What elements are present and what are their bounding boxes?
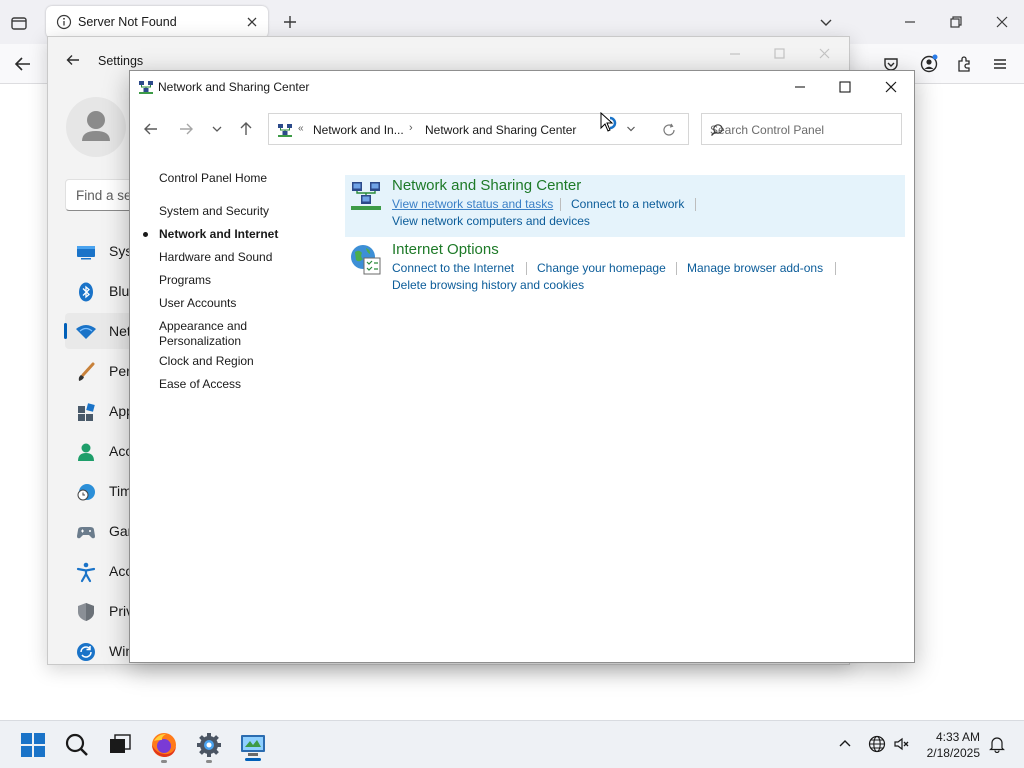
account-icon[interactable] — [918, 53, 940, 75]
network-center-icon — [349, 179, 383, 213]
control-panel-window: Network and Sharing Center « Network and… — [129, 70, 915, 663]
settings-gear-icon[interactable] — [195, 731, 223, 759]
window-title: Network and Sharing Center — [158, 80, 310, 94]
up-arrow-icon[interactable] — [236, 119, 256, 139]
sidebar-item-system-and-security[interactable]: System and Security — [159, 204, 269, 219]
new-tab-icon[interactable] — [280, 12, 300, 32]
shield-icon — [75, 601, 97, 623]
change-homepage-link[interactable]: Change your homepage — [537, 261, 666, 275]
control-panel-icon[interactable] — [239, 731, 267, 759]
system-icon — [75, 241, 97, 263]
wifi-icon — [75, 321, 97, 343]
taskbar: 4:33 AM 2/18/2025 — [0, 720, 1024, 768]
close-tab-icon[interactable] — [244, 14, 260, 30]
clock-globe-icon — [75, 481, 97, 503]
connect-to-internet-link[interactable]: Connect to the Internet — [392, 261, 514, 275]
chevron-up-icon[interactable] — [836, 735, 854, 753]
minimize-icon[interactable] — [898, 10, 922, 34]
title-bar[interactable]: Network and Sharing Center — [130, 71, 914, 103]
sidebar-item-hardware-and-sound[interactable]: Hardware and Sound — [159, 250, 272, 265]
navigation-bar: « Network and In... › Network and Sharin… — [130, 109, 914, 149]
start-windows-icon[interactable] — [19, 731, 47, 759]
notification-bell-icon[interactable] — [988, 735, 1006, 754]
extensions-icon[interactable] — [953, 53, 975, 75]
sidebar-item-clock-and-region[interactable]: Clock and Region — [159, 354, 254, 369]
internet-options-icon — [349, 243, 383, 277]
link-separator — [676, 262, 677, 275]
maximize-icon[interactable] — [829, 75, 861, 99]
running-indicator — [161, 760, 167, 763]
breadcrumb-current[interactable]: Network and Sharing Center — [425, 123, 576, 137]
link-separator — [526, 262, 527, 275]
close-window-icon[interactable] — [990, 10, 1014, 34]
search-icon[interactable] — [710, 123, 724, 137]
apps-icon — [75, 401, 97, 423]
category-network-and-sharing-center[interactable]: Network and Sharing Center View network … — [345, 175, 905, 237]
network-globe-icon[interactable] — [868, 735, 886, 753]
forward-arrow-icon[interactable] — [176, 119, 196, 139]
sidebar-item-user-accounts[interactable]: User Accounts — [159, 296, 236, 311]
connect-to-network-link[interactable]: Connect to a network — [571, 197, 684, 211]
avatar[interactable] — [66, 97, 126, 157]
browser-tab[interactable]: Server Not Found — [46, 6, 268, 38]
back-arrow-icon[interactable] — [12, 53, 34, 75]
update-icon — [75, 641, 97, 663]
chevron-down-icon[interactable] — [625, 123, 637, 135]
back-arrow-icon[interactable] — [141, 119, 161, 139]
link-separator — [695, 198, 696, 211]
search-control-panel-input[interactable]: Search Control Panel — [701, 113, 902, 145]
gamepad-icon — [75, 521, 97, 543]
view-network-status-link[interactable]: View network status and tasks — [392, 197, 553, 211]
sidebar-item-programs[interactable]: Programs — [159, 273, 211, 288]
search-icon[interactable] — [63, 731, 91, 759]
task-view-icon[interactable] — [106, 731, 134, 759]
breadcrumb-separator[interactable]: › — [409, 122, 413, 134]
bluetooth-icon — [75, 281, 97, 303]
settings-title: Settings — [98, 54, 144, 68]
refresh-icon[interactable] — [661, 122, 677, 138]
accessibility-icon — [75, 561, 97, 583]
minimize-icon[interactable] — [784, 75, 816, 99]
address-bar[interactable]: « Network and In... › Network and Sharin… — [268, 113, 689, 145]
running-indicator — [206, 760, 212, 763]
close-icon[interactable] — [875, 75, 907, 99]
restore-icon[interactable] — [944, 10, 968, 34]
manage-browser-add-ons-link[interactable]: Manage browser add-ons — [687, 261, 823, 275]
category-internet-options[interactable]: Internet Options Connect to the Internet… — [345, 239, 905, 293]
breadcrumb-overflow[interactable]: « — [298, 123, 304, 134]
busy-cursor-icon — [600, 111, 624, 136]
network-center-icon — [138, 79, 154, 95]
view-network-computers-link[interactable]: View network computers and devices — [392, 214, 590, 228]
recent-locations-chevron-icon[interactable] — [207, 119, 227, 139]
chevron-down-icon[interactable] — [816, 12, 836, 32]
tab-list-icon[interactable] — [8, 12, 30, 34]
sidebar-item-appearance-and-personalization[interactable]: Appearance and Personalization — [159, 319, 247, 349]
network-and-sharing-center-heading[interactable]: Network and Sharing Center — [392, 177, 581, 194]
sidebar-item-ease-of-access[interactable]: Ease of Access — [159, 377, 241, 392]
control-panel-home-link[interactable]: Control Panel Home — [159, 171, 267, 186]
network-center-icon — [277, 122, 293, 138]
clock-time[interactable]: 4:33 AM — [900, 730, 980, 744]
internet-options-heading[interactable]: Internet Options — [392, 241, 499, 258]
person-icon — [75, 441, 97, 463]
settings-window-controls — [730, 48, 830, 59]
sidebar-item-network-and-internet[interactable]: Network and Internet — [143, 227, 278, 242]
back-arrow-icon[interactable] — [64, 51, 82, 69]
link-separator — [835, 262, 836, 275]
current-item-bullet — [143, 232, 148, 237]
brush-icon — [75, 361, 97, 383]
info-icon — [56, 14, 72, 30]
breadcrumb-network-and-internet[interactable]: Network and In... — [313, 123, 404, 137]
link-separator — [560, 198, 561, 211]
tab-title: Server Not Found — [78, 15, 177, 29]
clock-date[interactable]: 2/18/2025 — [900, 746, 980, 760]
delete-browsing-history-link[interactable]: Delete browsing history and cookies — [392, 278, 584, 292]
active-app-indicator — [245, 758, 261, 761]
firefox-icon[interactable] — [150, 731, 178, 759]
menu-icon[interactable] — [989, 53, 1011, 75]
